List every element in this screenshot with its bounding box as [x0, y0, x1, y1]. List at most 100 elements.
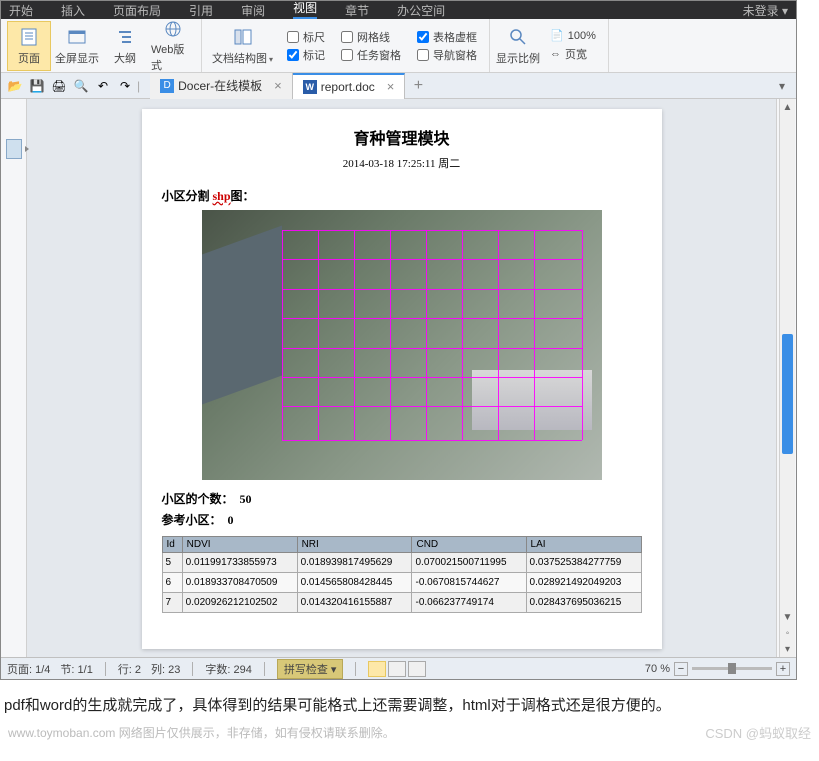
- menu-item[interactable]: 办公空间: [397, 2, 445, 19]
- web-view[interactable]: [408, 661, 426, 677]
- print-layout-view[interactable]: [368, 661, 386, 677]
- login-status[interactable]: 未登录 ▾: [743, 2, 788, 19]
- scroll-thumb[interactable]: [782, 334, 793, 454]
- zoom-button[interactable]: 显示比例: [496, 21, 540, 71]
- word-doc-icon: W: [303, 80, 317, 94]
- ribbon: 页面 全屏显示 大纲 Web版式 文档结构图▾ 标尺 标记: [1, 19, 796, 73]
- web-layout-icon: [162, 19, 184, 39]
- doc-datetime: 2014-03-18 17:25:11 周二: [162, 155, 642, 171]
- menu-item[interactable]: 引用: [189, 2, 213, 19]
- nav-pane-collapsed[interactable]: [1, 99, 27, 657]
- view-mode-buttons: [368, 661, 426, 677]
- page-100-icon: 📄: [550, 29, 564, 42]
- menu-item[interactable]: 开始: [9, 2, 33, 19]
- page-viewport[interactable]: 育种管理模块 2014-03-18 17:25:11 周二 小区分割 shp图：…: [27, 99, 776, 657]
- nav-pane-checkbox[interactable]: 导航窗格: [417, 47, 477, 63]
- menu-item[interactable]: 插入: [61, 2, 85, 19]
- zoom-100-button[interactable]: 📄100%: [550, 29, 596, 42]
- print-preview-button[interactable]: 🔍: [71, 76, 91, 96]
- plot-count: 小区的个数： 50: [162, 490, 642, 507]
- doc-title: 育种管理模块: [162, 125, 642, 149]
- undo-icon: ↶: [98, 79, 108, 93]
- magnifier-icon: [507, 26, 529, 48]
- new-tab-button[interactable]: +: [405, 73, 431, 99]
- section-shp-label: 小区分割 shp图：: [162, 187, 642, 204]
- zoom-out-button[interactable]: −: [674, 662, 688, 676]
- status-bar: 页面: 1/4 节: 1/1 行: 2 列: 23 字数: 294 拼写检查 ▾…: [1, 657, 796, 679]
- table-gridlines-checkbox[interactable]: 表格虚框: [417, 29, 477, 45]
- page-width-button[interactable]: ⇔页宽: [550, 46, 596, 62]
- redo-icon: ↷: [120, 79, 130, 93]
- zoom-slider-track[interactable]: [692, 667, 772, 670]
- ref-plot: 参考小区： 0: [162, 511, 642, 528]
- save-button[interactable]: 💾: [27, 76, 47, 96]
- checkbox-column-1: 标尺 标记: [281, 25, 331, 67]
- scroll-up-icon[interactable]: ▲: [780, 99, 795, 115]
- zoom-control: 70 % − +: [645, 662, 790, 676]
- vertical-scrollbar[interactable]: ▲ ▼ ◦ ▾: [779, 99, 795, 657]
- close-icon[interactable]: ×: [387, 79, 395, 94]
- page-view-icon: [18, 26, 40, 48]
- docer-icon: D: [160, 79, 174, 93]
- doc-structure-icon: [232, 26, 254, 48]
- outline-icon: [114, 26, 136, 48]
- next-page-icon[interactable]: ▾: [780, 641, 795, 657]
- quick-access-toolbar: 📂 💾 🖨 🔍 ↶ ↷ | D Docer-在线模板 × W report.do…: [1, 73, 796, 99]
- doc-structure-button[interactable]: 文档结构图▾: [208, 21, 277, 71]
- web-layout-button[interactable]: Web版式: [151, 21, 195, 71]
- nav-pane-icon: [6, 139, 22, 159]
- print-icon: 🖨: [51, 79, 66, 93]
- main-menubar: 开始 插入 页面布局 引用 审阅 视图 章节 办公空间 未登录 ▾: [1, 1, 796, 19]
- checkbox-column-2: 网格线 任务窗格: [335, 25, 407, 67]
- document-page: 育种管理模块 2014-03-18 17:25:11 周二 小区分割 shp图：…: [142, 109, 662, 649]
- ribbon-structure-group: 文档结构图▾ 标尺 标记 网格线 任务窗格 表格虚框 导航窗格: [202, 19, 490, 72]
- open-icon: 📂: [8, 79, 23, 93]
- save-icon: 💾: [30, 79, 45, 93]
- print-preview-icon: 🔍: [74, 79, 89, 93]
- menu-item[interactable]: 审阅: [241, 2, 265, 19]
- menu-item-view[interactable]: 视图: [293, 1, 317, 19]
- tab-docer[interactable]: D Docer-在线模板 ×: [150, 73, 293, 99]
- marks-checkbox[interactable]: 标记: [287, 47, 325, 63]
- print-button[interactable]: 🖨: [49, 76, 69, 96]
- fullscreen-button[interactable]: 全屏显示: [55, 21, 99, 71]
- undo-button[interactable]: ↶: [93, 76, 113, 96]
- tab-report[interactable]: W report.doc ×: [293, 73, 406, 99]
- page-width-icon: ⇔: [550, 48, 561, 60]
- menu-item[interactable]: 章节: [345, 2, 369, 19]
- table-header-row: Id NDVI NRI CND LAI: [162, 537, 641, 553]
- outline-view[interactable]: [388, 661, 406, 677]
- app-window: 开始 插入 页面布局 引用 审阅 视图 章节 办公空间 未登录 ▾ 页面 全屏显…: [0, 0, 797, 680]
- ribbon-view-group: 页面 全屏显示 大纲 Web版式: [1, 19, 202, 72]
- open-button[interactable]: 📂: [5, 76, 25, 96]
- scroll-down-icon[interactable]: ▼: [780, 609, 795, 625]
- table-row: 60.0189337084705090.014565808428445-0.06…: [162, 573, 641, 593]
- outline-button[interactable]: 大纲: [103, 21, 147, 71]
- zoom-percent[interactable]: 70 %: [645, 663, 670, 675]
- zoom-in-button[interactable]: +: [776, 662, 790, 676]
- prev-page-icon[interactable]: ◦: [780, 625, 795, 641]
- table-row: 50.0119917338559730.0189398174956290.070…: [162, 553, 641, 573]
- page-view-button[interactable]: 页面: [7, 21, 51, 71]
- char-count[interactable]: 字数: 294: [205, 661, 251, 677]
- tabs-menu-button[interactable]: ▾: [772, 79, 792, 93]
- table-row: 70.0209262121025020.014320416155887-0.06…: [162, 593, 641, 613]
- menu-item[interactable]: 页面布局: [113, 2, 161, 19]
- chevron-down-icon: ▾: [269, 55, 273, 64]
- col-indicator: 列: 23: [151, 661, 180, 677]
- redo-button[interactable]: ↷: [115, 76, 135, 96]
- row-indicator: 行: 2: [118, 661, 141, 677]
- fullscreen-icon: [66, 26, 88, 48]
- ruler-checkbox[interactable]: 标尺: [287, 29, 325, 45]
- close-icon[interactable]: ×: [274, 78, 282, 93]
- ribbon-zoom-group: 显示比例 📄100% ⇔页宽: [490, 19, 609, 72]
- gridlines-checkbox[interactable]: 网格线: [341, 29, 401, 45]
- document-area: 育种管理模块 2014-03-18 17:25:11 周二 小区分割 shp图：…: [1, 99, 796, 657]
- taskpane-checkbox[interactable]: 任务窗格: [341, 47, 401, 63]
- zoom-slider-thumb[interactable]: [728, 663, 736, 674]
- article-caption: pdf和word的生成就完成了，具体得到的结果可能格式上还需要调整，html对于…: [4, 694, 815, 715]
- satellite-grid-image: [202, 210, 602, 480]
- section-indicator: 节: 1/1: [60, 661, 92, 677]
- spellcheck-button[interactable]: 拼写检查 ▾: [277, 659, 344, 679]
- page-indicator[interactable]: 页面: 1/4: [7, 661, 50, 677]
